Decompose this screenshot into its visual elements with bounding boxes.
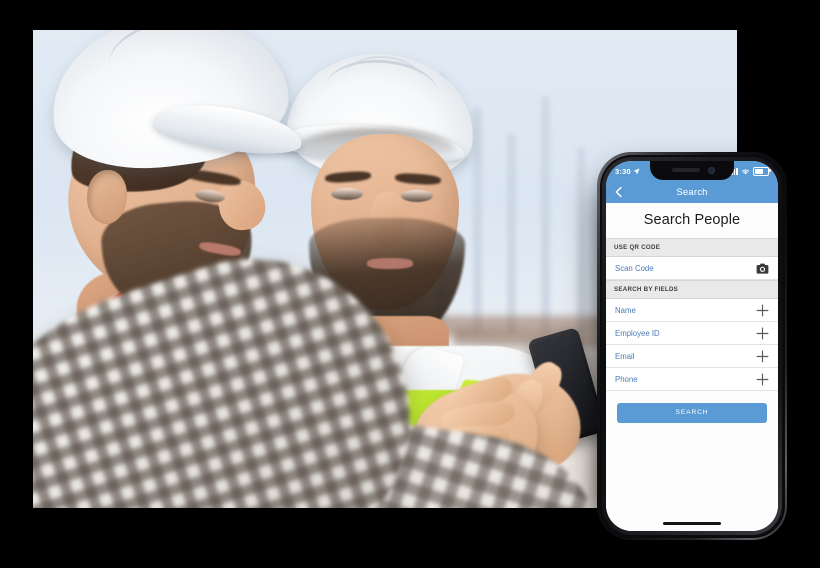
- row-label-email: Email: [615, 351, 635, 361]
- row-scan-code[interactable]: Scan Code: [606, 257, 778, 280]
- plus-icon[interactable]: [756, 304, 769, 317]
- chevron-left-icon[interactable]: [613, 186, 625, 198]
- plus-icon[interactable]: [756, 350, 769, 363]
- row-label-phone: Phone: [615, 374, 638, 384]
- rebar-column: [473, 108, 482, 332]
- plus-icon[interactable]: [756, 373, 769, 386]
- helmet-rib: [340, 53, 427, 113]
- search-button-container: SEARCH: [606, 391, 778, 423]
- screen-content: Search People USE QR CODE Scan Code SEAR…: [606, 203, 778, 531]
- row-label-scan-code: Scan Code: [615, 263, 654, 273]
- row-name[interactable]: Name: [606, 299, 778, 322]
- front-camera-icon: [708, 167, 715, 174]
- rebar-column: [577, 148, 585, 336]
- nav-bar: Search: [606, 181, 778, 203]
- eye: [401, 190, 433, 202]
- status-bar-right: [728, 166, 771, 176]
- nav-title: Search: [676, 186, 708, 198]
- row-phone[interactable]: Phone: [606, 368, 778, 391]
- section-header-fields: SEARCH BY FIELDS: [606, 280, 778, 299]
- search-button[interactable]: SEARCH: [617, 402, 767, 423]
- eye: [331, 188, 363, 200]
- helmet-rib: [102, 30, 235, 98]
- phone-screen: 3:30 Search Search People USE QR CODE Sc…: [606, 161, 778, 531]
- row-email[interactable]: Email: [606, 345, 778, 368]
- location-arrow-icon: [633, 167, 640, 174]
- plus-icon[interactable]: [756, 327, 769, 340]
- row-employee-id[interactable]: Employee ID: [606, 322, 778, 345]
- home-indicator[interactable]: [663, 522, 721, 525]
- phone-notch: [650, 161, 734, 180]
- earpiece-speaker-icon: [672, 168, 700, 172]
- rebar-column: [507, 134, 516, 334]
- row-label-name: Name: [615, 305, 636, 315]
- camera-icon[interactable]: [756, 263, 769, 274]
- battery-icon: [753, 166, 771, 176]
- mouth: [367, 258, 413, 269]
- row-label-employee-id: Employee ID: [615, 328, 660, 338]
- status-bar-left: 3:30: [615, 167, 640, 176]
- status-time: 3:30: [615, 166, 631, 176]
- rebar-column: [541, 96, 550, 334]
- phone-mockup: 3:30 Search Search People USE QR CODE Sc…: [597, 152, 787, 540]
- section-header-qr: USE QR CODE: [606, 238, 778, 257]
- wifi-icon: [741, 169, 750, 174]
- page-title: Search People: [606, 203, 778, 238]
